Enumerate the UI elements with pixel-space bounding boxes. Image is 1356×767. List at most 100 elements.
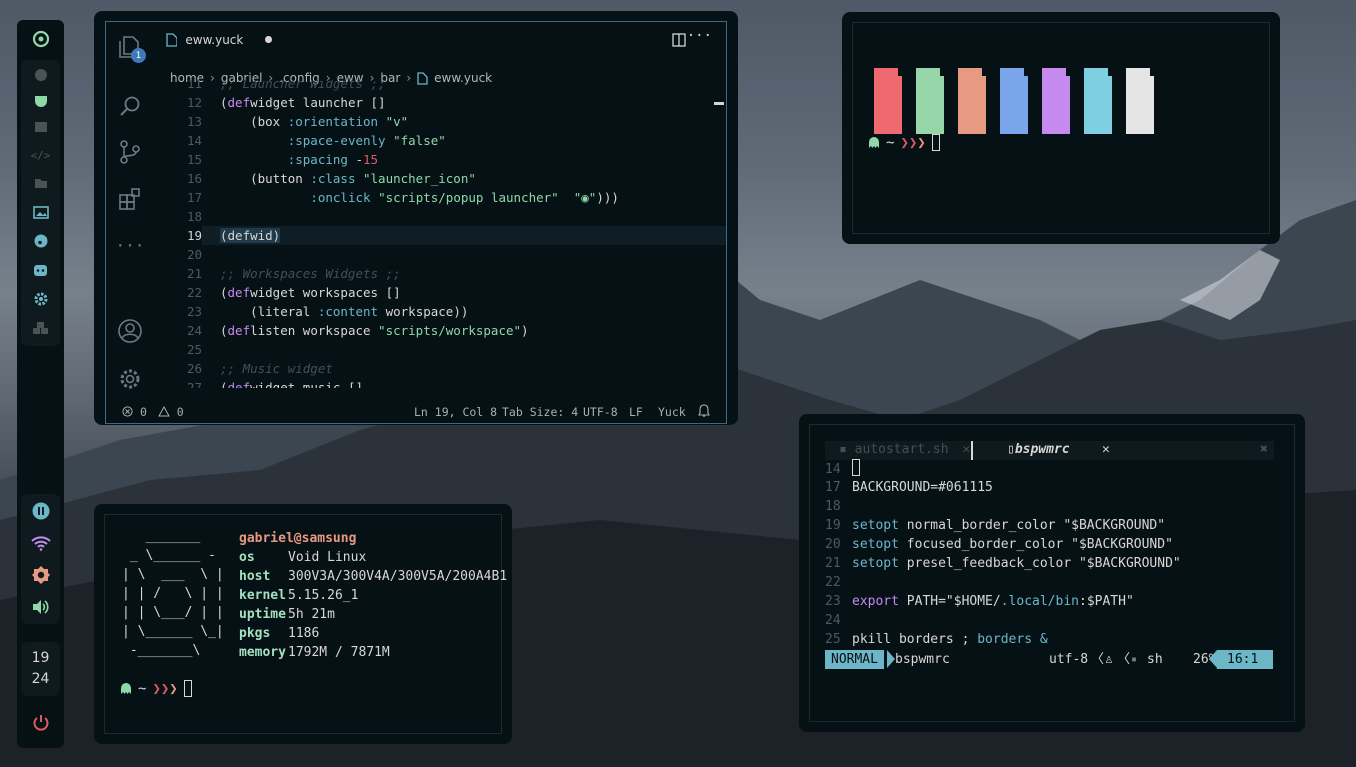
encoding[interactable]: UTF-8	[583, 405, 618, 419]
tabline-fill	[1119, 441, 1274, 460]
code-line[interactable]: ;; Music widget	[220, 359, 333, 378]
buffer-line[interactable]: 21 setopt presel_feedback_color "$BACKGRO…	[825, 554, 1181, 573]
code-line[interactable]: (defwidget workspaces []	[220, 283, 401, 302]
split-editor-icon[interactable]	[672, 32, 686, 51]
packages-icon[interactable]	[21, 317, 60, 339]
prompt-line[interactable]: ~ ❯❯❯	[868, 134, 940, 151]
cursor-position[interactable]: Ln 19, Col 8	[414, 405, 497, 419]
wifi-icon[interactable]	[21, 532, 60, 554]
manage-gear-icon[interactable]	[106, 356, 154, 402]
code-line[interactable]: ;; Launcher Widgets ;;	[220, 80, 386, 93]
code-line[interactable]: :space-evenly "false"	[220, 131, 446, 150]
line-number: 22	[825, 575, 841, 590]
code-token: "launcher_icon"	[363, 171, 476, 186]
more-icon[interactable]: ···	[106, 222, 154, 268]
tab-close-icon[interactable]: ✕	[962, 442, 970, 457]
buffer-line[interactable]: 20 setopt focused_border_color "$BACKGROU…	[825, 535, 1173, 554]
close-all-icon[interactable]: ✖	[1260, 442, 1268, 457]
buffer-line[interactable]: 22	[825, 573, 852, 592]
pause-icon[interactable]	[21, 500, 60, 522]
terminal-cursor	[931, 134, 940, 151]
image-icon[interactable]	[21, 201, 60, 223]
code-token: borders &	[977, 632, 1048, 647]
error-count: 0	[139, 405, 147, 419]
editor-more-icon[interactable]: ···	[687, 28, 712, 44]
code-icon[interactable]: </>	[21, 144, 60, 166]
power-icon[interactable]	[21, 712, 60, 734]
buffer-line[interactable]: 24	[825, 611, 852, 630]
source-control-icon[interactable]	[106, 129, 154, 175]
app-launcher-group: </>	[21, 60, 60, 346]
status-encoding: utf-8	[1049, 652, 1089, 667]
extensions-icon[interactable]	[106, 176, 154, 222]
firefox-icon[interactable]	[21, 64, 60, 86]
code-token: "◉"	[573, 190, 597, 205]
status-bar: 0 0 Ln 19, Col 8 Tab Size: 4 UTF-8 LF Yu…	[106, 401, 726, 423]
tab-close-active-icon[interactable]: ✕	[1102, 442, 1110, 457]
code-token: "scripts/workspace"	[378, 323, 522, 338]
volume-icon[interactable]	[21, 596, 60, 618]
line-number: 17	[825, 480, 841, 495]
fetch-value: Void Linux	[288, 550, 367, 565]
system-controls-group	[21, 494, 60, 624]
line-number: 24	[186, 323, 202, 338]
bell-icon[interactable]	[698, 404, 710, 420]
eol[interactable]: LF	[629, 405, 643, 419]
code-token: (defwid)	[220, 228, 281, 243]
discord-icon[interactable]	[21, 259, 60, 281]
tab-size[interactable]: Tab Size: 4	[502, 405, 578, 419]
fetch-value: 1792M / 7871M	[288, 645, 390, 660]
line-number: 26	[186, 361, 202, 376]
terminal-icon[interactable]	[21, 116, 60, 138]
errors-indicator[interactable]: 0 0	[122, 405, 184, 419]
tab-eww-yuck[interactable]: eww.yuck	[154, 22, 272, 57]
status-filetype: sh	[1147, 652, 1163, 667]
code-token: (box	[220, 114, 288, 129]
code-token: :onclick	[310, 190, 371, 205]
code-line[interactable]: (defwidget launcher []	[220, 93, 386, 112]
minimap-marker	[714, 102, 724, 105]
code-line[interactable]: :spacing -15	[220, 150, 378, 169]
code-line[interactable]: (button :class "launcher_icon"	[220, 169, 476, 188]
code-token: :space-evenly	[287, 133, 386, 148]
launcher-icon[interactable]	[21, 28, 60, 50]
buffer-line[interactable]: 19 setopt normal_border_color "$BACKGROUN…	[825, 516, 1165, 535]
prompt-line[interactable]: ~ ❯❯❯	[120, 680, 192, 697]
prompt-dir: ~	[138, 680, 147, 697]
code-line[interactable]: (defwidget music []	[220, 378, 363, 388]
buffer-line[interactable]: 17 BACKGROUND=#061115	[825, 478, 993, 497]
unsaved-dot-icon[interactable]	[265, 36, 272, 43]
folder-icon[interactable]	[21, 172, 60, 194]
search-icon[interactable]	[106, 83, 154, 129]
line-number: 24	[825, 613, 841, 628]
account-icon[interactable]	[106, 308, 154, 354]
language-mode[interactable]: Yuck	[658, 405, 686, 419]
warning-count: 0	[176, 405, 184, 419]
prompt-dir: ~	[886, 134, 895, 151]
code-line[interactable]: (box :orientation "v"	[220, 112, 408, 131]
color-swatch	[1084, 68, 1112, 134]
line-number: 20	[186, 247, 202, 262]
music-icon[interactable]	[21, 230, 60, 252]
pocket-icon[interactable]	[21, 90, 60, 112]
buffer-line[interactable]: 14	[825, 459, 860, 478]
code-token: )))	[596, 190, 619, 205]
explorer-icon[interactable]: 1	[106, 24, 154, 70]
settings-icon[interactable]	[21, 288, 60, 310]
code-line[interactable]: (literal :content workspace))	[220, 302, 468, 321]
code-line[interactable]: (defwid)	[220, 226, 281, 245]
tab-bspwmrc[interactable]: ▯bspwmrc	[1007, 442, 1070, 457]
code-line[interactable]: ;; Workspaces Widgets ;;	[220, 264, 401, 283]
code-token: workspace))	[378, 304, 469, 319]
editor-tabs: eww.yuck ···	[154, 22, 726, 57]
code-editor[interactable]: 11;; Launcher Widgets ;; 12 (defwidget lau…	[154, 80, 726, 388]
buffer-line[interactable]: 25 pkill borders ; borders &	[825, 630, 1048, 649]
code-line[interactable]: (deflisten workspace "scripts/workspace"…	[220, 321, 529, 340]
buffer-line[interactable]: 23 export PATH="$HOME/.local/bin:$PATH"	[825, 592, 1134, 611]
code-line[interactable]: :onclick "scripts/popup launcher" "◉")))	[220, 188, 619, 207]
code-token: :content	[317, 304, 379, 319]
buffer-line[interactable]: 18	[825, 497, 852, 516]
code-token: (literal	[220, 304, 318, 319]
tab-autostart[interactable]: ▪ autostart.sh ✕	[839, 442, 970, 457]
brightness-icon[interactable]	[21, 564, 60, 586]
